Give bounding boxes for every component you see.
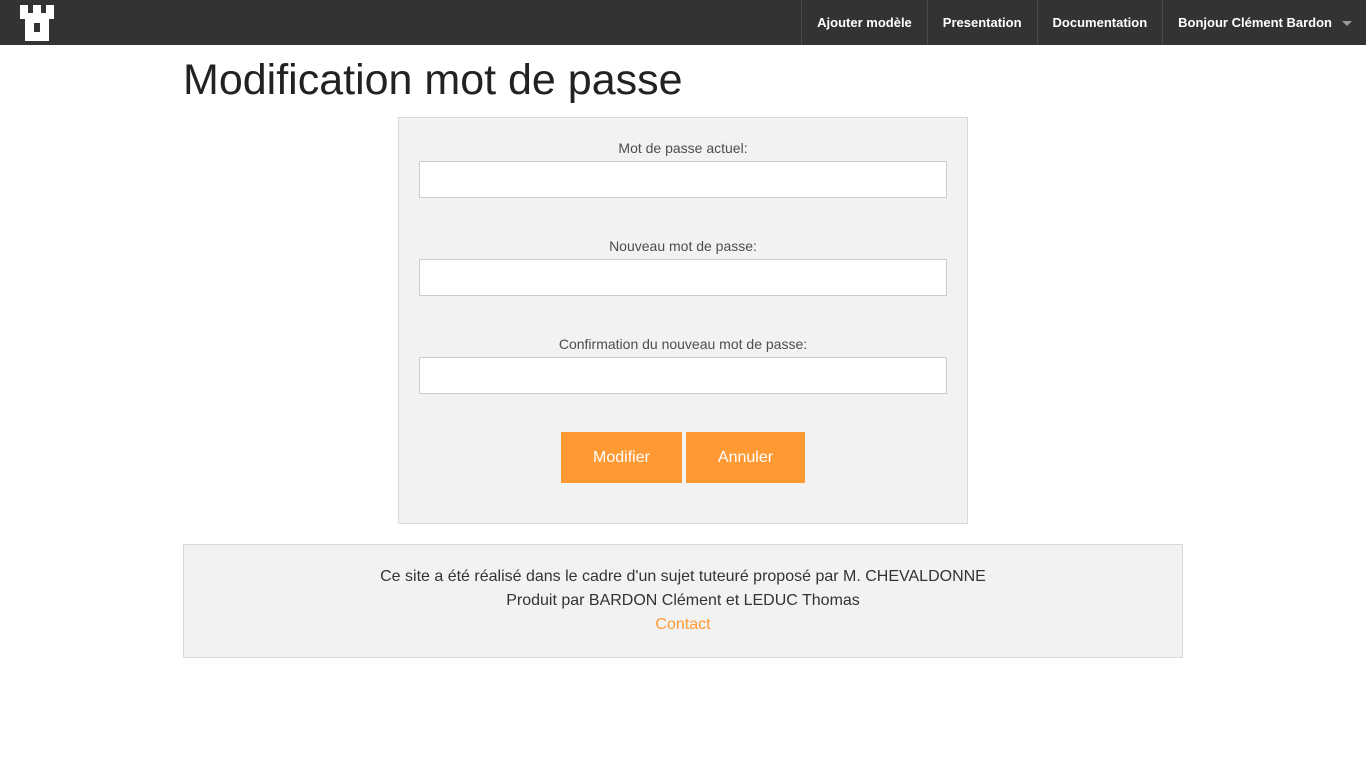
page-title: Modification mot de passe: [183, 56, 683, 104]
nav-item-documentation[interactable]: Documentation: [1036, 0, 1163, 45]
new-password-label: Nouveau mot de passe:: [609, 238, 757, 254]
confirm-password-label: Confirmation du nouveau mot de passe:: [558, 336, 808, 352]
nav-item-presentation[interactable]: Presentation: [926, 0, 1037, 45]
nav-item-user-menu[interactable]: Bonjour Clément Bardon: [1162, 0, 1366, 45]
current-password-input[interactable]: [419, 161, 947, 198]
top-navbar: Ajouter modèle Presentation Documentatio…: [0, 0, 1366, 45]
current-password-group: Mot de passe actuel:: [419, 139, 947, 198]
castle-tower-icon[interactable]: [20, 5, 54, 41]
modify-button[interactable]: Modifier: [561, 432, 682, 483]
confirm-password-group: Confirmation du nouveau mot de passe:: [419, 335, 947, 394]
nav-item-label: Bonjour Clément Bardon: [1178, 15, 1332, 30]
new-password-input[interactable]: [419, 259, 947, 296]
nav-menu: Ajouter modèle Presentation Documentatio…: [801, 0, 1366, 45]
nav-item-label: Documentation: [1052, 15, 1148, 30]
nav-item-label: Ajouter modèle: [817, 15, 912, 30]
footer: Ce site a été réalisé dans le cadre d'un…: [183, 544, 1183, 658]
nav-item-label: Presentation: [942, 15, 1022, 30]
chevron-down-icon: [1342, 21, 1352, 26]
footer-authors-line: Produit par BARDON Clément et LEDUC Thom…: [506, 592, 860, 609]
footer-credit-line: Ce site a été réalisé dans le cadre d'un…: [380, 568, 986, 585]
current-password-label: Mot de passe actuel:: [618, 140, 748, 156]
confirm-password-input[interactable]: [419, 357, 947, 394]
form-actions: Modifier Annuler: [399, 432, 967, 483]
cancel-button[interactable]: Annuler: [686, 432, 805, 483]
contact-link[interactable]: Contact: [655, 613, 710, 637]
nav-item-ajouter-modele[interactable]: Ajouter modèle: [801, 0, 927, 45]
new-password-group: Nouveau mot de passe:: [419, 237, 947, 296]
password-change-form: Mot de passe actuel: Nouveau mot de pass…: [398, 117, 968, 524]
